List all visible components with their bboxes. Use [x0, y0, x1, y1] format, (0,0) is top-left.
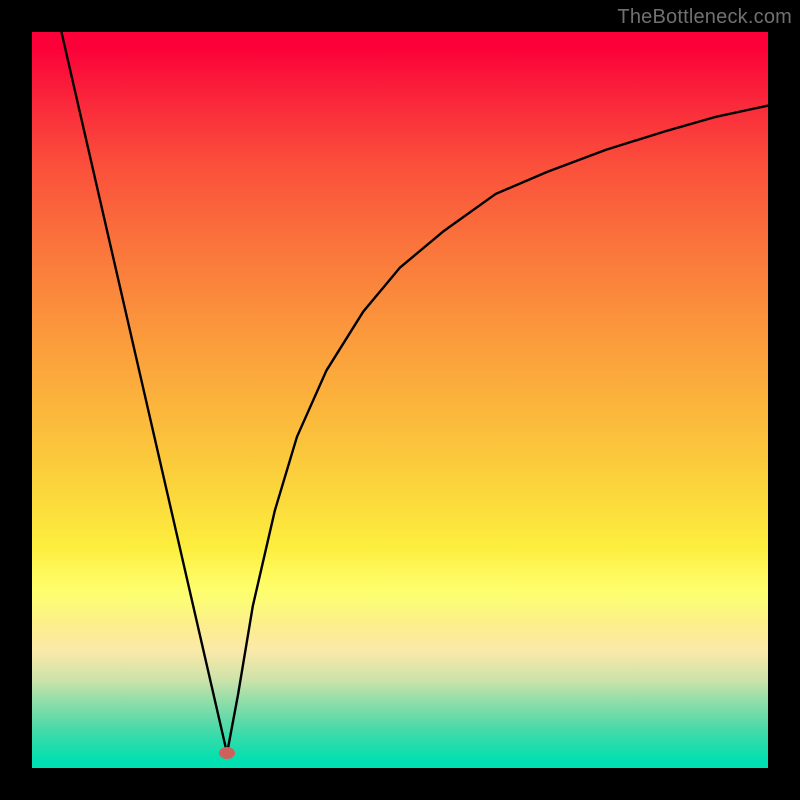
plot-area [32, 32, 768, 768]
chart-frame: TheBottleneck.com [0, 0, 800, 800]
bottleneck-curve [61, 32, 768, 753]
watermark-text: TheBottleneck.com [617, 6, 792, 29]
bottleneck-marker [219, 747, 235, 759]
curve-svg [32, 32, 768, 768]
